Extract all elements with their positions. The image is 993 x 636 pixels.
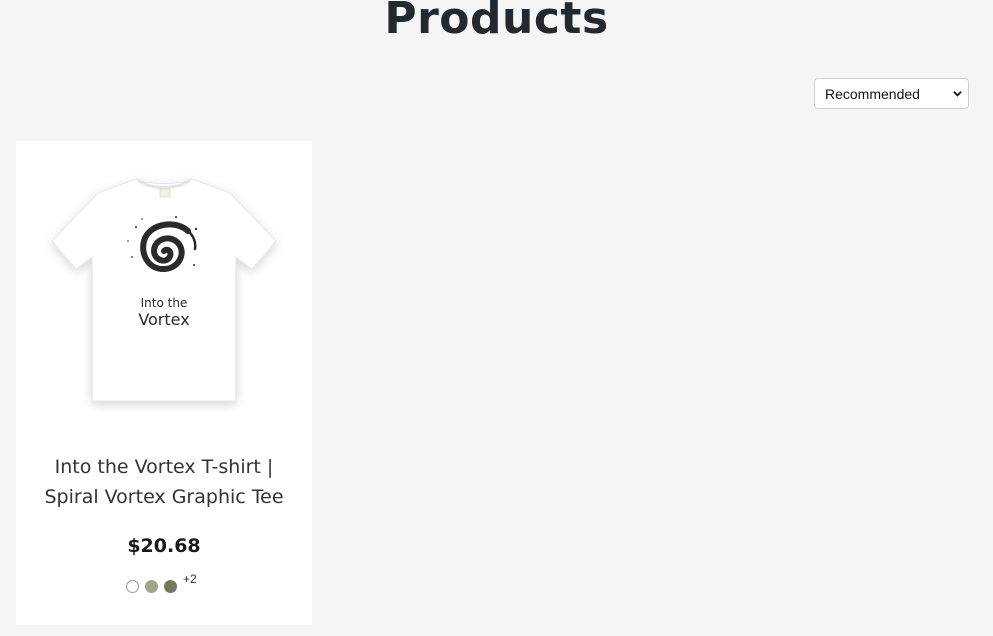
graphic-text-line2: Vortex [138,310,189,329]
products-page: Products Recommended Into the Vortex Int… [0,0,993,636]
more-colors-count: +2 [183,572,197,586]
shirt-tag [159,188,171,198]
product-name[interactable]: Into the Vortex T-shirt | Spiral Vortex … [26,452,302,512]
sort-dropdown[interactable]: Recommended [814,78,969,109]
page-title: Products [384,0,609,44]
sort-dropdown-wrapper: Recommended [814,78,969,109]
sort-selected-value: Recommended [825,85,920,102]
color-swatch-olive[interactable] [164,580,177,593]
chevron-down-icon [953,91,962,97]
product-price: $20.68 [127,535,201,557]
color-swatch-white[interactable] [126,580,139,593]
product-card[interactable]: Into the Vortex Into the Vortex T-shirt … [16,141,312,625]
graphic-text-line1: Into the [141,296,188,310]
product-image[interactable]: Into the Vortex [40,161,288,421]
color-swatches: +2 [126,573,197,597]
color-swatch-khaki[interactable] [145,580,158,593]
t-shirt-shape [51,178,277,402]
